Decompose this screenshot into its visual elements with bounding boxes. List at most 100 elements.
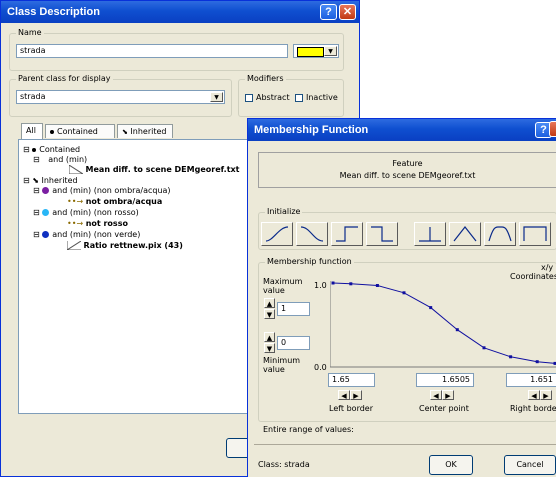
collapse-icon[interactable]: ⊟ [23, 145, 30, 154]
parent-class-title: Parent class for display [16, 74, 113, 84]
min-label-2: value [263, 365, 285, 374]
collapse-icon[interactable]: ⊟ [23, 176, 30, 185]
center-point-value: 1.6505 [442, 375, 470, 384]
tree-node-mean-diff[interactable]: Mean diff. to scene DEMgeoref.txt [68, 164, 240, 175]
and-min-label: and (min) [48, 155, 88, 164]
class-dot-icon [42, 187, 50, 194]
name-input[interactable]: strada [16, 44, 288, 58]
max-down-arrow-icon[interactable]: ▼ [264, 309, 275, 319]
chart-icon [68, 164, 84, 175]
tree-node-not-ombra[interactable]: ••→ not ombra/acqua [67, 196, 162, 207]
class-dot-icon [42, 209, 50, 216]
feature-box: Feature Mean diff. to scene DEMgeoref.tx… [258, 152, 556, 188]
curve-point[interactable] [402, 291, 406, 295]
left-border-left-arrow-icon[interactable]: ◀ [338, 390, 350, 400]
max-value-input[interactable]: 1 [277, 302, 310, 316]
class-dot-icon [42, 231, 50, 238]
tree-node-not-rosso[interactable]: ••→ not rosso [67, 218, 128, 229]
collapse-icon[interactable]: ⊟ [33, 155, 40, 164]
tab-inherited[interactable]: ⬊ Inherited [117, 124, 173, 138]
tab-contained[interactable]: Contained [45, 124, 115, 138]
y-bottom-label: 0.0 [314, 363, 327, 372]
tree-node-and-non-verde[interactable]: ⊟ and (min) (non verde) [33, 229, 140, 240]
cancel-button[interactable]: Cancel [504, 455, 556, 475]
parent-class-group: Parent class for display strada ▼ [9, 74, 232, 117]
abstract-checkbox[interactable]: Abstract [245, 93, 290, 103]
curve-point[interactable] [535, 360, 539, 364]
curve-point[interactable] [375, 284, 379, 287]
larger-than-boolean-icon[interactable] [331, 222, 363, 246]
trapezoid-icon[interactable] [484, 222, 516, 246]
abstract-checkbox-box[interactable] [245, 93, 253, 102]
not-operator-icon: ••→ [67, 219, 84, 228]
min-down-arrow-icon[interactable]: ▼ [264, 343, 275, 353]
parent-class-value: strada [20, 92, 46, 101]
tree-node-and-non-ombra[interactable]: ⊟ and (min) (non ombra/acqua) [33, 185, 171, 196]
right-border-left-arrow-icon[interactable]: ◀ [528, 390, 540, 400]
full-range-icon[interactable] [519, 222, 551, 246]
class-description-title: Class Description [1, 1, 359, 23]
curve-point[interactable] [429, 306, 433, 310]
contained-label: Contained [39, 145, 81, 154]
collapse-icon[interactable]: ⊟ [33, 186, 40, 195]
and-non-ombra-label: and (min) (non ombra/acqua) [52, 186, 171, 195]
class-label: Class: strada [258, 460, 310, 469]
help-button[interactable]: ? [320, 4, 337, 20]
membership-title: Membership Function [248, 119, 556, 141]
contained-node-icon [32, 147, 37, 152]
color-picker[interactable]: ▼ [293, 44, 339, 58]
collapse-icon[interactable]: ⊟ [33, 230, 40, 239]
inactive-label: Inactive [306, 93, 338, 102]
tree-node-and-non-rosso[interactable]: ⊟ and (min) (non rosso) [33, 207, 139, 218]
smaller-than-boolean-icon[interactable] [366, 222, 398, 246]
feature-label: Feature [392, 159, 423, 168]
right-border-input[interactable]: 1.651 [506, 373, 556, 387]
triangle-icon[interactable] [449, 222, 481, 246]
center-point-input[interactable]: 1.6505 [416, 373, 474, 387]
singleton-icon[interactable] [414, 222, 446, 246]
ok-button[interactable]: OK [429, 455, 473, 475]
parent-class-select[interactable]: strada ▼ [16, 90, 225, 104]
tab-all-label: All [26, 126, 36, 135]
min-up-arrow-icon[interactable]: ▲ [264, 332, 275, 342]
inherited-label: Inherited [41, 176, 78, 185]
center-right-arrow-icon[interactable]: ▶ [442, 390, 454, 400]
larger-than-icon[interactable] [261, 222, 293, 246]
membership-plot-area[interactable] [329, 279, 556, 371]
right-border-right-arrow-icon[interactable]: ▶ [540, 390, 552, 400]
membership-function-title: Membership function [265, 257, 354, 267]
contained-dot-icon [50, 129, 54, 134]
not-ombra-label: not ombra/acqua [85, 197, 163, 206]
curve-point[interactable] [331, 281, 335, 285]
tree-node-ratio[interactable]: Ratio rettnew.pix (43) [66, 240, 183, 251]
curve-point[interactable] [482, 346, 486, 350]
feature-value: Mean diff. to scene DEMgeoref.txt [339, 171, 476, 180]
membership-curve [332, 282, 556, 364]
left-border-label: Left border [329, 404, 374, 413]
modifiers-title: Modifiers [245, 74, 286, 84]
left-border-right-arrow-icon[interactable]: ▶ [350, 390, 362, 400]
min-value-input[interactable]: 0 [277, 336, 310, 350]
mean-diff-label: Mean diff. to scene DEMgeoref.txt [85, 165, 240, 174]
curve-point[interactable] [349, 282, 353, 286]
and-non-rosso-label: and (min) (non rosso) [52, 208, 139, 217]
center-left-arrow-icon[interactable]: ◀ [430, 390, 442, 400]
initialize-title: Initialize [265, 207, 303, 217]
close-button[interactable] [549, 121, 556, 137]
curve-point[interactable] [509, 355, 513, 359]
name-group: Name strada ▼ [9, 28, 344, 71]
max-up-arrow-icon[interactable]: ▲ [264, 298, 275, 308]
y-top-label: 1.0 [314, 281, 327, 290]
inactive-checkbox[interactable]: Inactive [295, 93, 338, 103]
close-button[interactable]: ✕ [339, 4, 356, 20]
tab-all[interactable]: All [21, 123, 43, 139]
collapse-icon[interactable]: ⊟ [33, 208, 40, 217]
tab-inherited-label: Inherited [130, 127, 167, 136]
chevron-down-icon[interactable]: ▼ [210, 92, 223, 102]
chevron-down-icon[interactable]: ▼ [324, 46, 337, 56]
curve-point[interactable] [455, 328, 459, 332]
left-border-input[interactable]: 1.65 [328, 373, 375, 387]
smaller-than-icon[interactable] [296, 222, 328, 246]
inactive-checkbox-box[interactable] [295, 93, 303, 102]
not-rosso-label: not rosso [85, 219, 128, 228]
